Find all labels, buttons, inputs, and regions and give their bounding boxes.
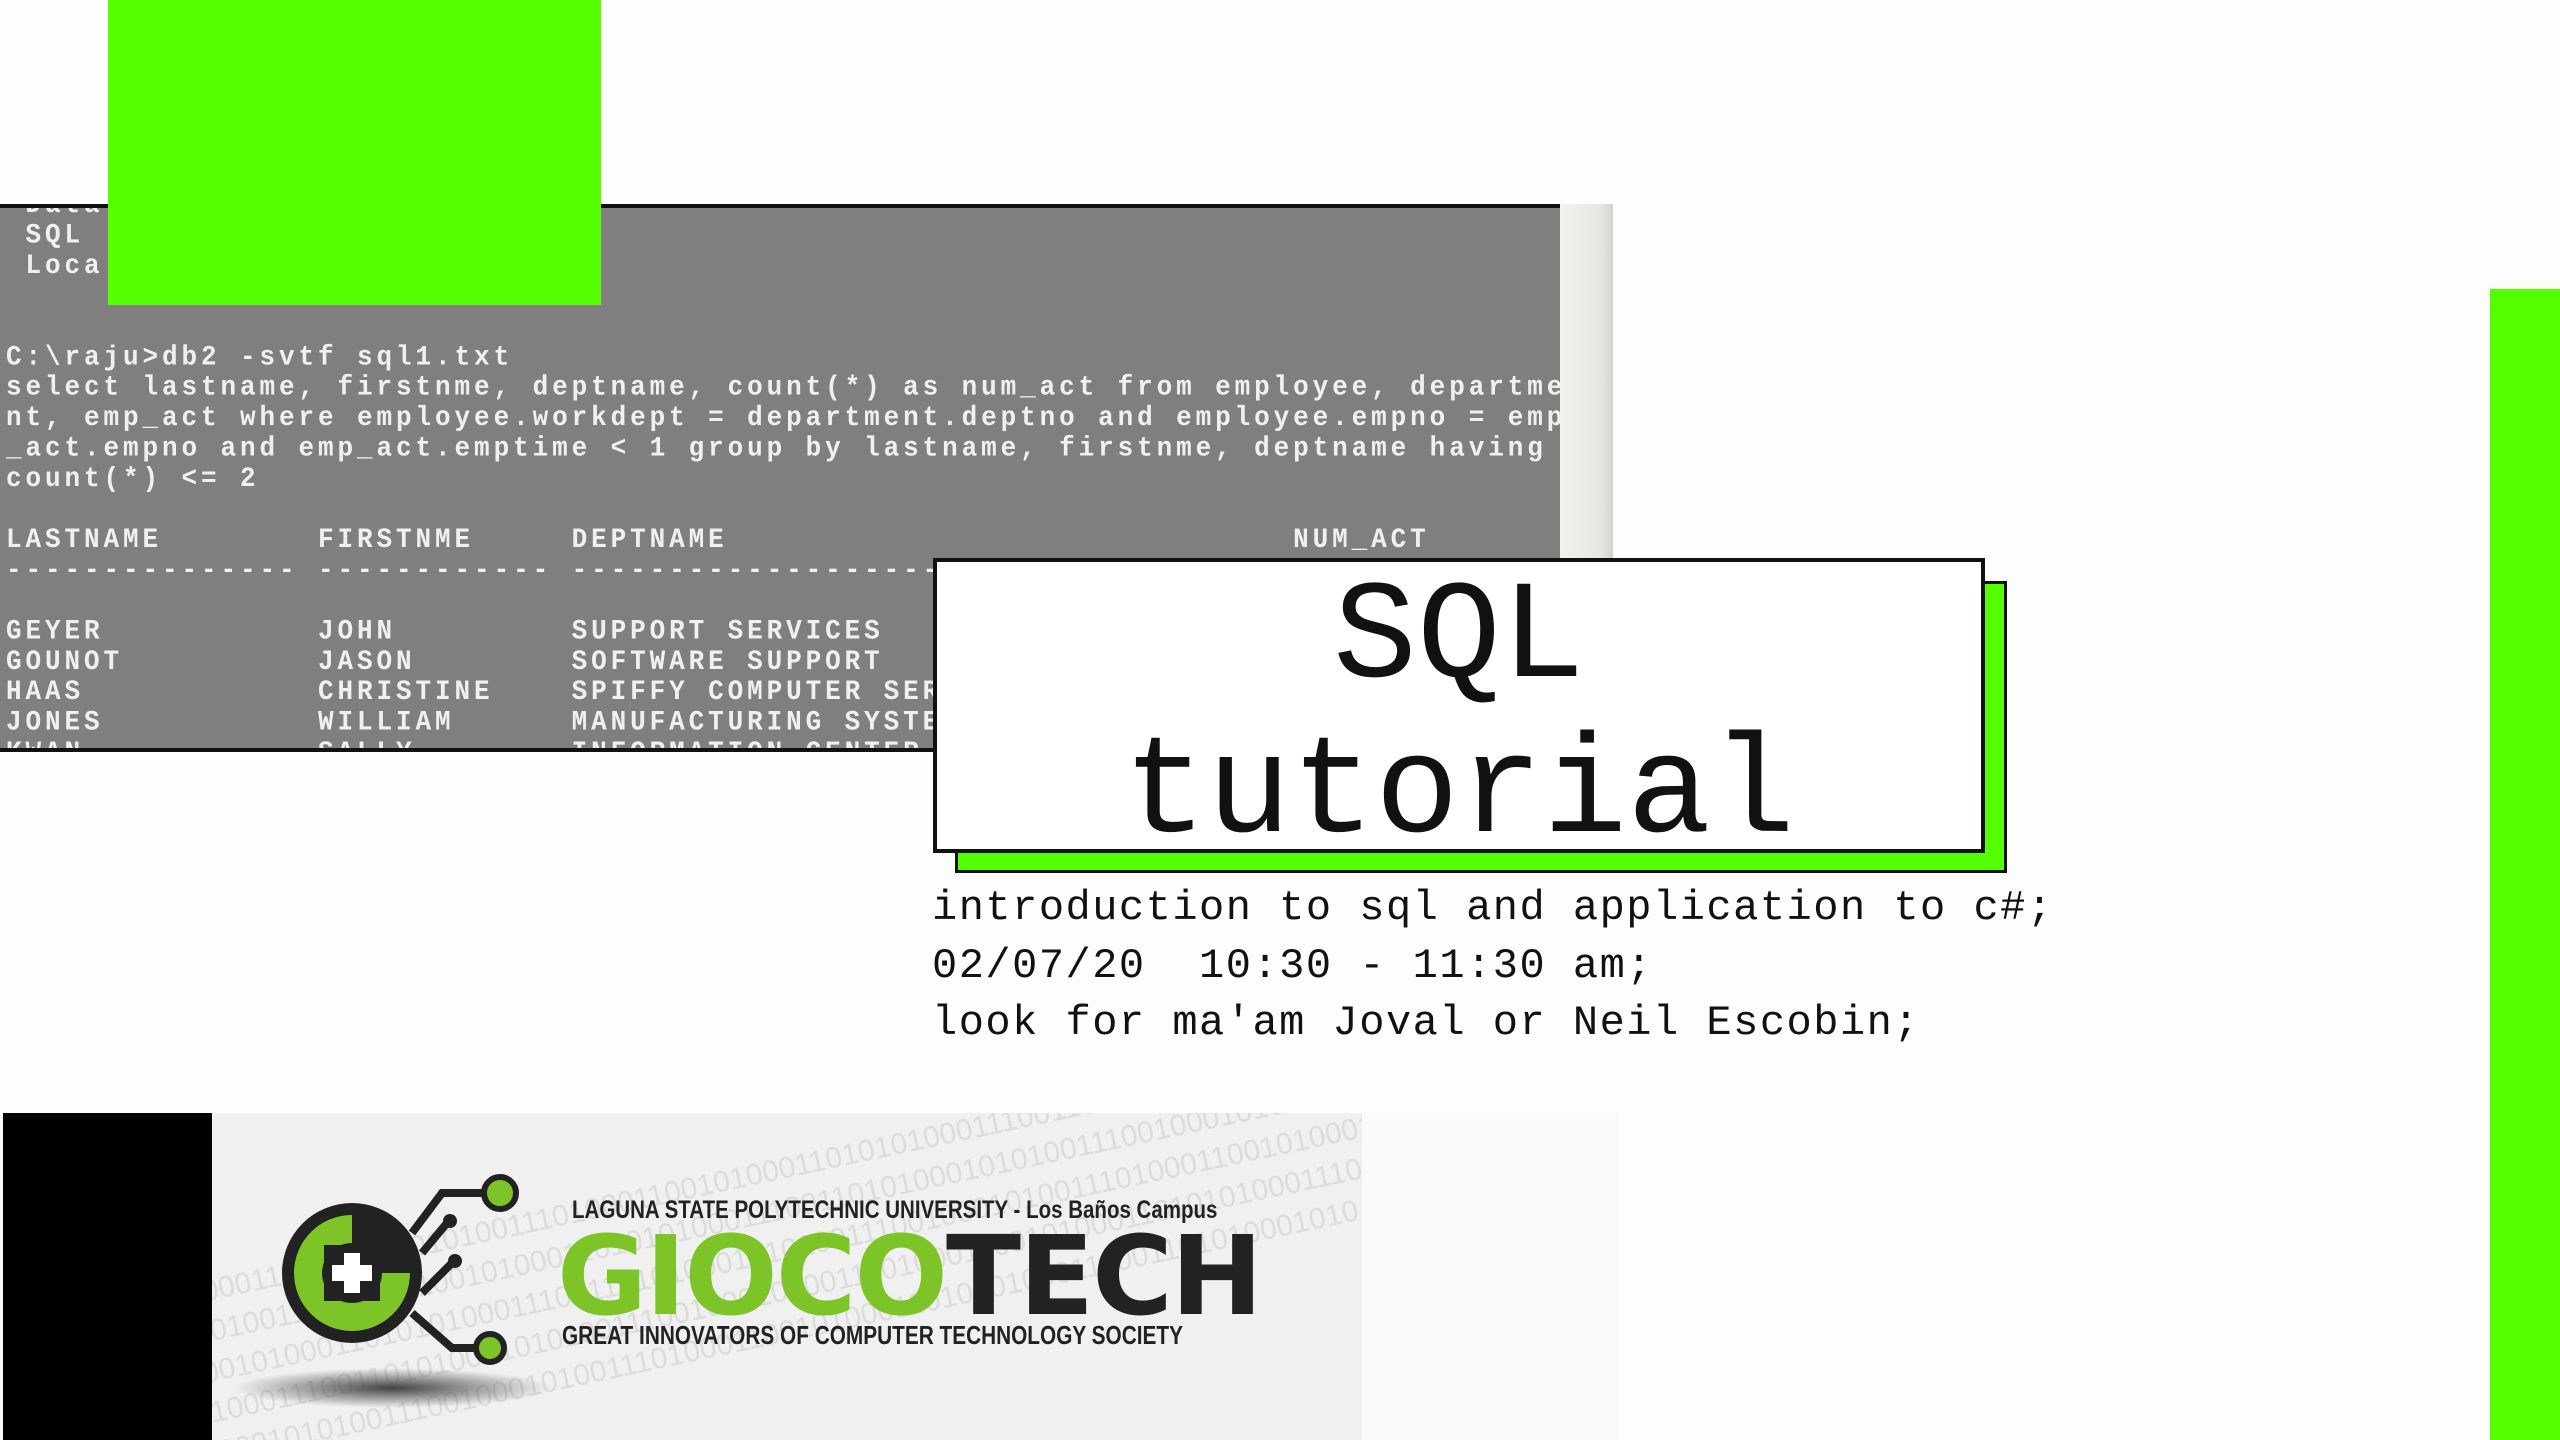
details-datetime: 02/07/20 10:30 - 11:30 am; bbox=[932, 941, 1654, 990]
terminal-line: LASTNAME FIRSTNME DEPTNAME NUM_ACT bbox=[6, 523, 1430, 556]
title-line-2: tutorial bbox=[1122, 715, 1796, 874]
title-line-1: SQL bbox=[1332, 560, 1586, 719]
terminal-line: nt, emp_act where employee.workdept = de… bbox=[6, 402, 1560, 434]
logo-margin bbox=[1362, 1113, 1617, 1440]
decorative-black-block bbox=[3, 1113, 212, 1440]
details-contact: look for ma'am Joval or Neil Escobin; bbox=[932, 999, 1921, 1047]
giocotech-logo: 0100011101001000101001110100011001010001… bbox=[212, 1113, 1362, 1440]
title-card: SQL tutorial bbox=[933, 558, 1985, 872]
logo-tagline: GREAT INNOVATORS OF COMPUTER TECHNOLOGY … bbox=[562, 1320, 1183, 1350]
logo-g-circuit-icon bbox=[282, 1174, 519, 1365]
logo-name: GIOCOTECH bbox=[557, 1221, 1263, 1331]
decorative-green-bar bbox=[2490, 289, 2560, 1440]
terminal-line: count(*) <= 2 bbox=[6, 463, 260, 495]
event-details: introduction to sql and application to c… bbox=[932, 880, 2054, 1053]
logo-shadow bbox=[232, 1368, 552, 1408]
terminal-line: C:\raju>db2 -svtf sql1.txt bbox=[6, 341, 514, 373]
details-topic: introduction to sql and application to c… bbox=[932, 884, 2054, 932]
decorative-green-block bbox=[108, 0, 601, 305]
terminal-line: _act.empno and emp_act.emptime < 1 group… bbox=[6, 432, 1547, 465]
terminal-line: select lastname, firstnme, deptname, cou… bbox=[6, 371, 1560, 404]
